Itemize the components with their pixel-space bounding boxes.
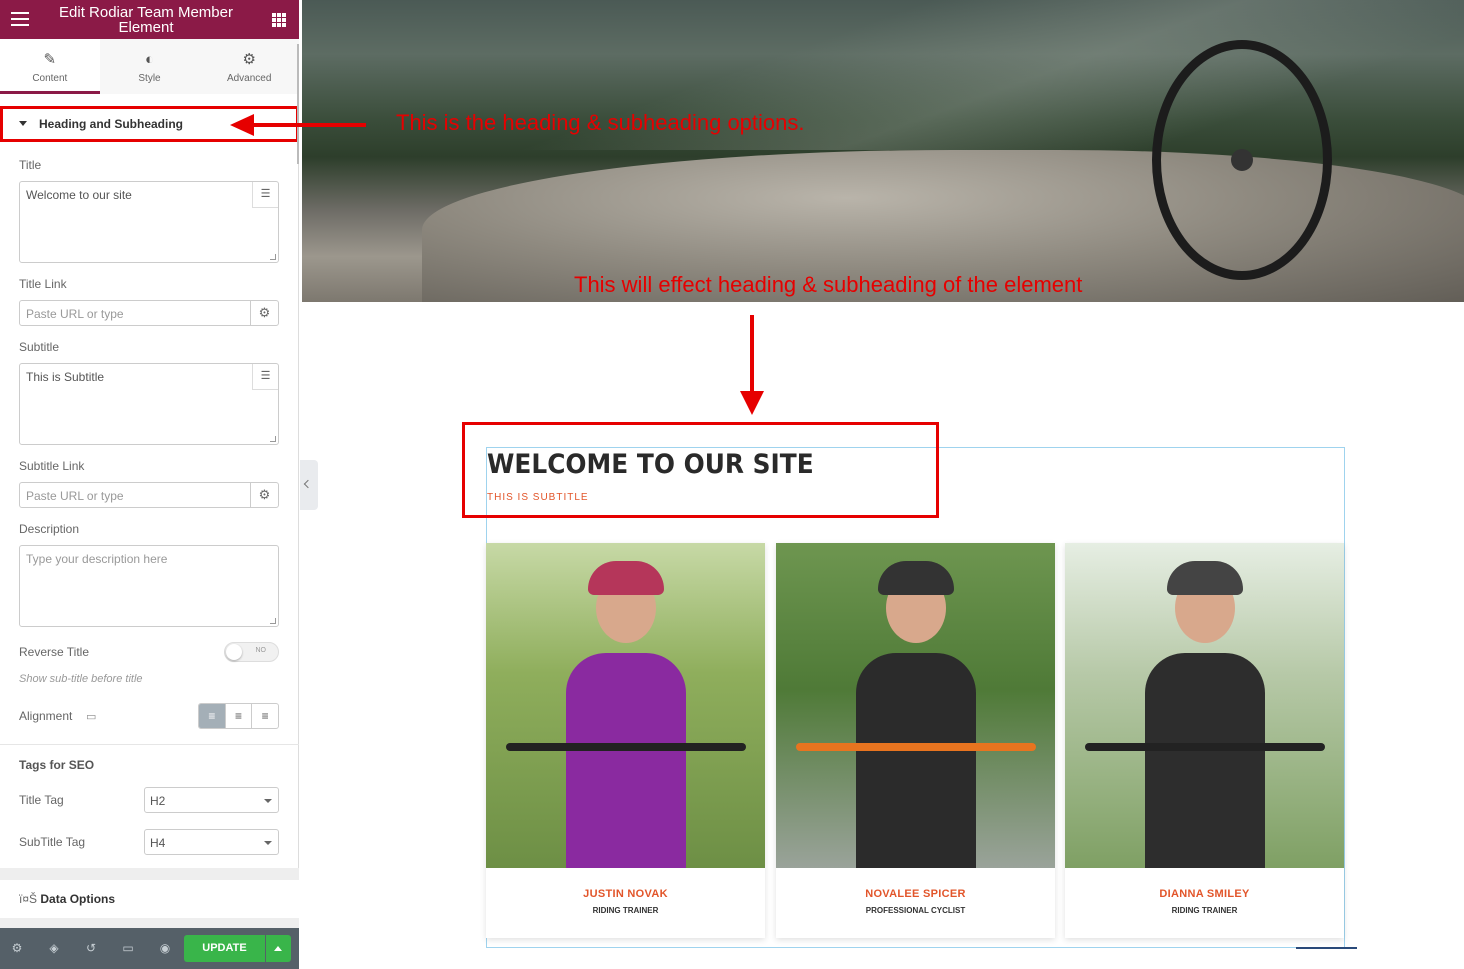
subtitle-textarea[interactable]: This is Subtitle ☰ [19,363,279,445]
responsive-icon[interactable]: ▭ [120,940,136,956]
member-name: JUSTIN NOVAK [583,888,668,900]
subtitle-label: Subtitle [19,340,60,354]
description-textarea[interactable]: Type your description here [19,545,279,627]
member-photo [486,543,765,868]
annotation-effect-note: This will effect heading & subheading of… [574,272,1083,297]
description-label: Description [19,522,80,536]
resize-grip[interactable] [270,618,276,624]
data-options-title: Data Options [40,892,116,906]
annotation-heading-options: This is the heading & subheading options… [396,110,805,135]
team-member-card[interactable]: JUSTIN NOVAK RIDING TRAINER [486,543,765,938]
section-gap [0,918,299,928]
tab-style[interactable]: ◐ Style [100,39,200,94]
alignment-label: Alignment [19,709,73,723]
title-tag-value: H2 [150,794,166,808]
widgets-grid-icon[interactable] [272,13,286,27]
align-right-button[interactable]: ≡ [252,704,278,728]
member-role: RIDING TRAINER [1171,906,1238,915]
section-gap [0,868,299,880]
tab-content[interactable]: ✎ Content [0,39,100,94]
panel-footer: ⚙ ◈ ↺ ▭ ◉ UPDATE [0,928,299,969]
desktop-device-icon[interactable]: ▭ [86,710,96,723]
divider [1296,947,1357,949]
annotation-arrow-down [740,315,764,415]
update-button[interactable]: UPDATE [184,935,265,962]
title-link-placeholder: Paste URL or type [26,307,124,321]
member-name: NOVALEE SPICER [865,888,966,900]
team-member-card[interactable]: NOVALEE SPICER PROFESSIONAL CYCLIST [776,543,1055,938]
team-member-card[interactable]: DIANNA SMILEY RIDING TRAINER [1065,543,1344,938]
pencil-icon: ✎ [43,51,57,68]
resize-grip[interactable] [270,254,276,260]
bike-wheel-graphic [1152,40,1332,280]
dynamic-tags-icon[interactable]: ☰ [252,182,278,208]
section-data-options[interactable]: ï¤Š Data Options [0,880,299,918]
member-role: PROFESSIONAL CYCLIST [865,906,966,915]
preview-subtitle: THIS IS SUBTITLE [487,492,589,503]
member-role: RIDING TRAINER [592,906,659,915]
data-options-icon-glyph: ï¤Š [19,892,38,906]
panel-scrollbar[interactable] [297,44,299,164]
reverse-title-label: Reverse Title [19,645,90,659]
subtitle-tag-label: SubTitle Tag [19,835,86,849]
dynamic-tags-icon[interactable]: ☰ [252,364,278,390]
title-tag-select[interactable]: H2 [144,787,279,813]
preview-title: WELCOME TO OUR SITE [487,449,814,480]
contrast-icon: ◐ [144,51,155,68]
member-photo [776,543,1055,868]
title-label: Title [19,158,42,172]
align-left-button[interactable]: ≡ [199,704,226,728]
chevron-down-icon [264,799,272,803]
member-name: DIANNA SMILEY [1159,888,1250,900]
caret-up-icon [274,946,282,951]
description-placeholder: Type your description here [26,552,168,566]
panel-title: Edit Rodiar Team Member Element [59,4,233,36]
seo-tags-heading: Tags for SEO [19,758,95,772]
reverse-title-note: Show sub-title before title [19,673,143,685]
tab-advanced[interactable]: ⚙ Advanced [199,39,299,94]
member-photo [1065,543,1344,868]
chevron-left-icon [303,479,313,489]
collapse-panel-handle[interactable] [300,460,318,510]
title-textarea[interactable]: Welcome to our site ☰ [19,181,279,263]
panel-header: Edit Rodiar Team Member Element [0,0,299,39]
update-options-button[interactable] [266,935,291,962]
hamburger-menu-icon[interactable] [11,12,29,26]
alignment-choices: ≡ ≡ ≡ [198,703,279,729]
toggle-state-text: NO [255,647,267,654]
settings-icon[interactable]: ⚙ [9,940,25,956]
divider [0,744,299,745]
hero-image [302,0,1464,302]
link-options-gear-icon[interactable]: ⚙ [250,301,278,325]
resize-grip[interactable] [270,436,276,442]
title-value: Welcome to our site [26,188,132,202]
reverse-title-toggle[interactable]: NO [224,642,279,662]
editor-panel: Edit Rodiar Team Member Element ✎ Conten… [0,0,299,969]
subtitle-tag-value: H4 [150,836,166,850]
annotation-arrow-left [230,114,366,136]
layers-icon[interactable]: ◈ [46,940,62,956]
subtitle-value: This is Subtitle [26,370,105,384]
subtitle-link-placeholder: Paste URL or type [26,489,124,503]
toggle-knob [226,644,242,660]
history-icon[interactable]: ↺ [83,940,99,956]
title-link-label: Title Link [19,277,67,291]
subtitle-link-input[interactable]: Paste URL or type ⚙ [19,482,279,508]
title-tag-label: Title Tag [19,793,64,807]
link-options-gear-icon[interactable]: ⚙ [250,483,278,507]
align-center-button[interactable]: ≡ [226,704,253,728]
caret-down-icon [19,121,27,126]
subtitle-tag-select[interactable]: H4 [144,829,279,855]
title-link-input[interactable]: Paste URL or type ⚙ [19,300,279,326]
subtitle-link-label: Subtitle Link [19,459,85,473]
chevron-down-icon [264,841,272,845]
gear-icon: ⚙ [242,51,256,68]
preview-eye-icon[interactable]: ◉ [157,940,173,956]
panel-tabs: ✎ Content ◐ Style ⚙ Advanced [0,39,299,94]
